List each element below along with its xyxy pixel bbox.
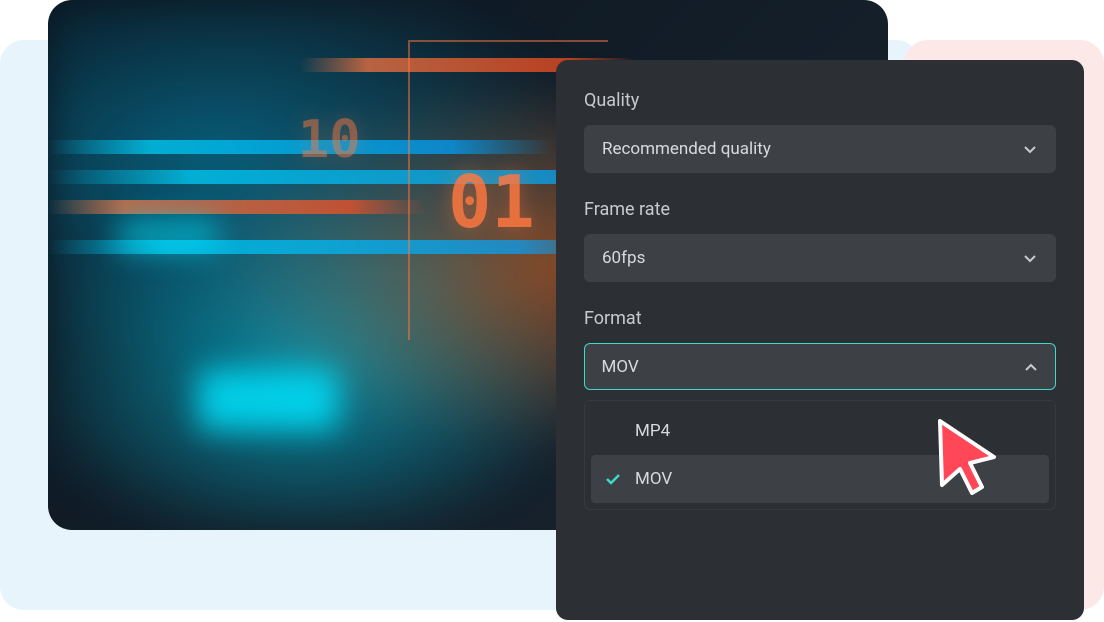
cursor-pointer-icon [932,415,1004,495]
framerate-select[interactable]: 60fps [584,234,1056,282]
format-select[interactable]: MOV [584,343,1056,390]
chevron-up-icon [1023,359,1039,375]
chevron-down-icon [1022,141,1038,157]
chevron-down-icon [1022,250,1038,266]
format-label: Format [584,308,1056,329]
export-settings-panel: Quality Recommended quality Frame rate 6… [556,60,1084,620]
quality-label: Quality [584,90,1056,111]
format-option-label: MP4 [635,421,670,441]
framerate-field: Frame rate 60fps [584,199,1056,282]
decorative-digits-secondary: 10 [298,110,361,170]
framerate-value: 60fps [602,248,645,268]
check-icon [605,471,621,487]
quality-select[interactable]: Recommended quality [584,125,1056,173]
format-value: MOV [602,357,639,377]
quality-value: Recommended quality [602,139,771,159]
quality-field: Quality Recommended quality [584,90,1056,173]
format-option-label: MOV [635,469,672,489]
decorative-digits: 01 [448,160,535,244]
framerate-label: Frame rate [584,199,1056,220]
